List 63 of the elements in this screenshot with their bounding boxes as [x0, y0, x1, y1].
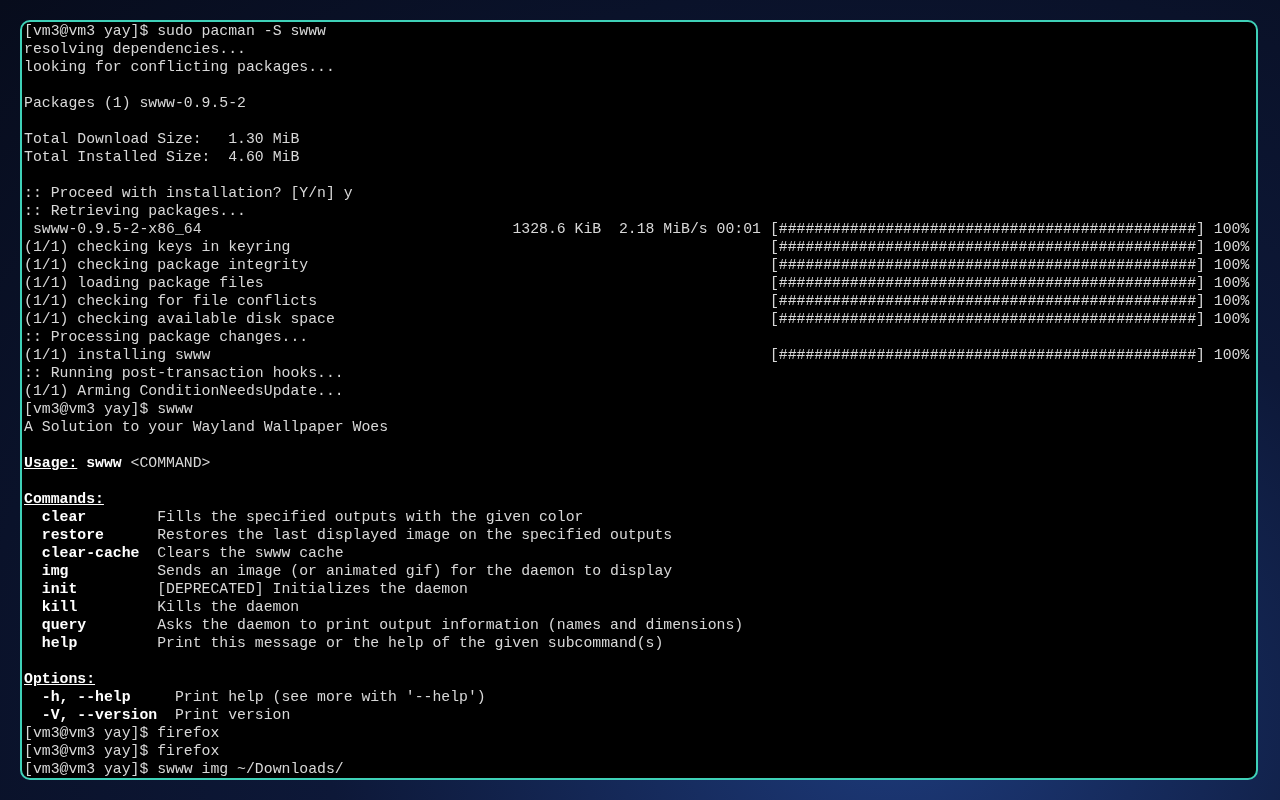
- entry-name: clear: [41, 509, 87, 525]
- progress-bar-text: [###############################################]: [769, 346, 1205, 364]
- section-heading: Usage:: [24, 454, 78, 472]
- terminal-line: [vm3@vm3 yay]$ firefox: [24, 725, 220, 741]
- progress-bar-text: [###############################################]: [769, 238, 1205, 256]
- usage-command: swww: [86, 454, 122, 472]
- progress-label: (1/1) loading package files: [24, 275, 264, 291]
- terminal-line: :: Processing package changes...: [24, 329, 309, 345]
- terminal-line: [vm3@vm3 yay]$ sudo pacman -S swww: [24, 23, 326, 39]
- entry-name: -V, --version: [41, 707, 158, 723]
- terminal-line: A Solution to your Wayland Wallpaper Woes: [24, 419, 389, 435]
- terminal-line: [vm3@vm3 yay]$ firefox: [24, 743, 220, 759]
- progress-label: (1/1) checking package integrity: [24, 257, 309, 273]
- entry-description: Fills the specified outputs with the given color: [157, 508, 584, 526]
- entry-description: Clears the swww cache: [157, 544, 344, 562]
- entry-name: init: [41, 581, 78, 597]
- progress-label: (1/1) checking available disk space: [24, 311, 335, 327]
- entry-name: kill: [41, 599, 78, 615]
- progress-label: (1/1) checking keys in keyring: [24, 239, 291, 255]
- percent-text: 100%: [1213, 274, 1250, 292]
- entry-name: help: [41, 635, 78, 651]
- progress-label: (1/1) installing swww: [24, 347, 211, 363]
- entry-description: Kills the daemon: [157, 598, 300, 616]
- percent-text: 100%: [1213, 238, 1250, 256]
- terminal-line: :: Retrieving packages...: [24, 203, 246, 219]
- terminal-line: [vm3@vm3 yay]$ swww img ~/Downloads/: [24, 761, 344, 777]
- section-heading: Options:: [24, 671, 96, 687]
- terminal-line: Packages (1) swww-0.9.5-2: [24, 95, 246, 111]
- entry-description: Sends an image (or animated gif) for the daemon to display: [157, 562, 673, 580]
- entry-name: restore: [41, 527, 104, 543]
- usage-argument: <COMMAND>: [130, 454, 211, 472]
- progress-bar-text: [###############################################]: [769, 292, 1205, 310]
- entry-description: Print this message or the help of the given subcommand(s): [157, 634, 664, 652]
- progress-bar-text: [###############################################]: [769, 274, 1205, 292]
- terminal-line: :: Running post-transaction hooks...: [24, 365, 344, 381]
- percent-text: 100%: [1213, 292, 1250, 310]
- terminal-line: resolving dependencies...: [24, 41, 246, 57]
- progress-label: (1/1) checking for file conflicts: [24, 293, 318, 309]
- terminal-line: Total Installed Size: 4.60 MiB: [24, 149, 300, 165]
- entry-name: query: [41, 617, 87, 633]
- terminal-line: looking for conflicting packages...: [24, 59, 335, 75]
- progress-bar-text: [###############################################]: [769, 220, 1205, 238]
- terminal-line: (1/1) Arming ConditionNeedsUpdate...: [24, 383, 344, 399]
- entry-name: img: [41, 563, 69, 579]
- progress-bar-text: [###############################################]: [769, 256, 1205, 274]
- entry-name: -h, --help: [41, 689, 131, 705]
- entry-description: Restores the last displayed image on the specified outputs: [157, 526, 673, 544]
- entry-name: clear-cache: [41, 545, 140, 561]
- section-heading: Commands:: [24, 491, 104, 507]
- progress-label: swww-0.9.5-2-x86_64: [31, 221, 202, 237]
- entry-description: Print help (see more with '--help'): [174, 688, 486, 706]
- percent-text: 100%: [1213, 220, 1250, 238]
- entry-description: Asks the daemon to print output information (names and dimensions): [157, 616, 744, 634]
- percent-text: 100%: [1213, 346, 1250, 364]
- transfer-stats: 1328.6 KiB 2.18 MiB/s 00:01: [512, 221, 761, 237]
- terminal-line: [vm3@vm3 yay]$ swww: [24, 401, 193, 417]
- entry-description: Print version: [174, 706, 291, 724]
- terminal-line: :: Proceed with installation? [Y/n] y: [24, 185, 353, 201]
- entry-description: [DEPRECATED] Initializes the daemon: [157, 580, 468, 598]
- progress-bar-text: [###############################################]: [769, 310, 1205, 328]
- terminal-line: Total Download Size: 1.30 MiB: [24, 131, 300, 147]
- percent-text: 100%: [1213, 256, 1250, 274]
- percent-text: 100%: [1213, 310, 1250, 328]
